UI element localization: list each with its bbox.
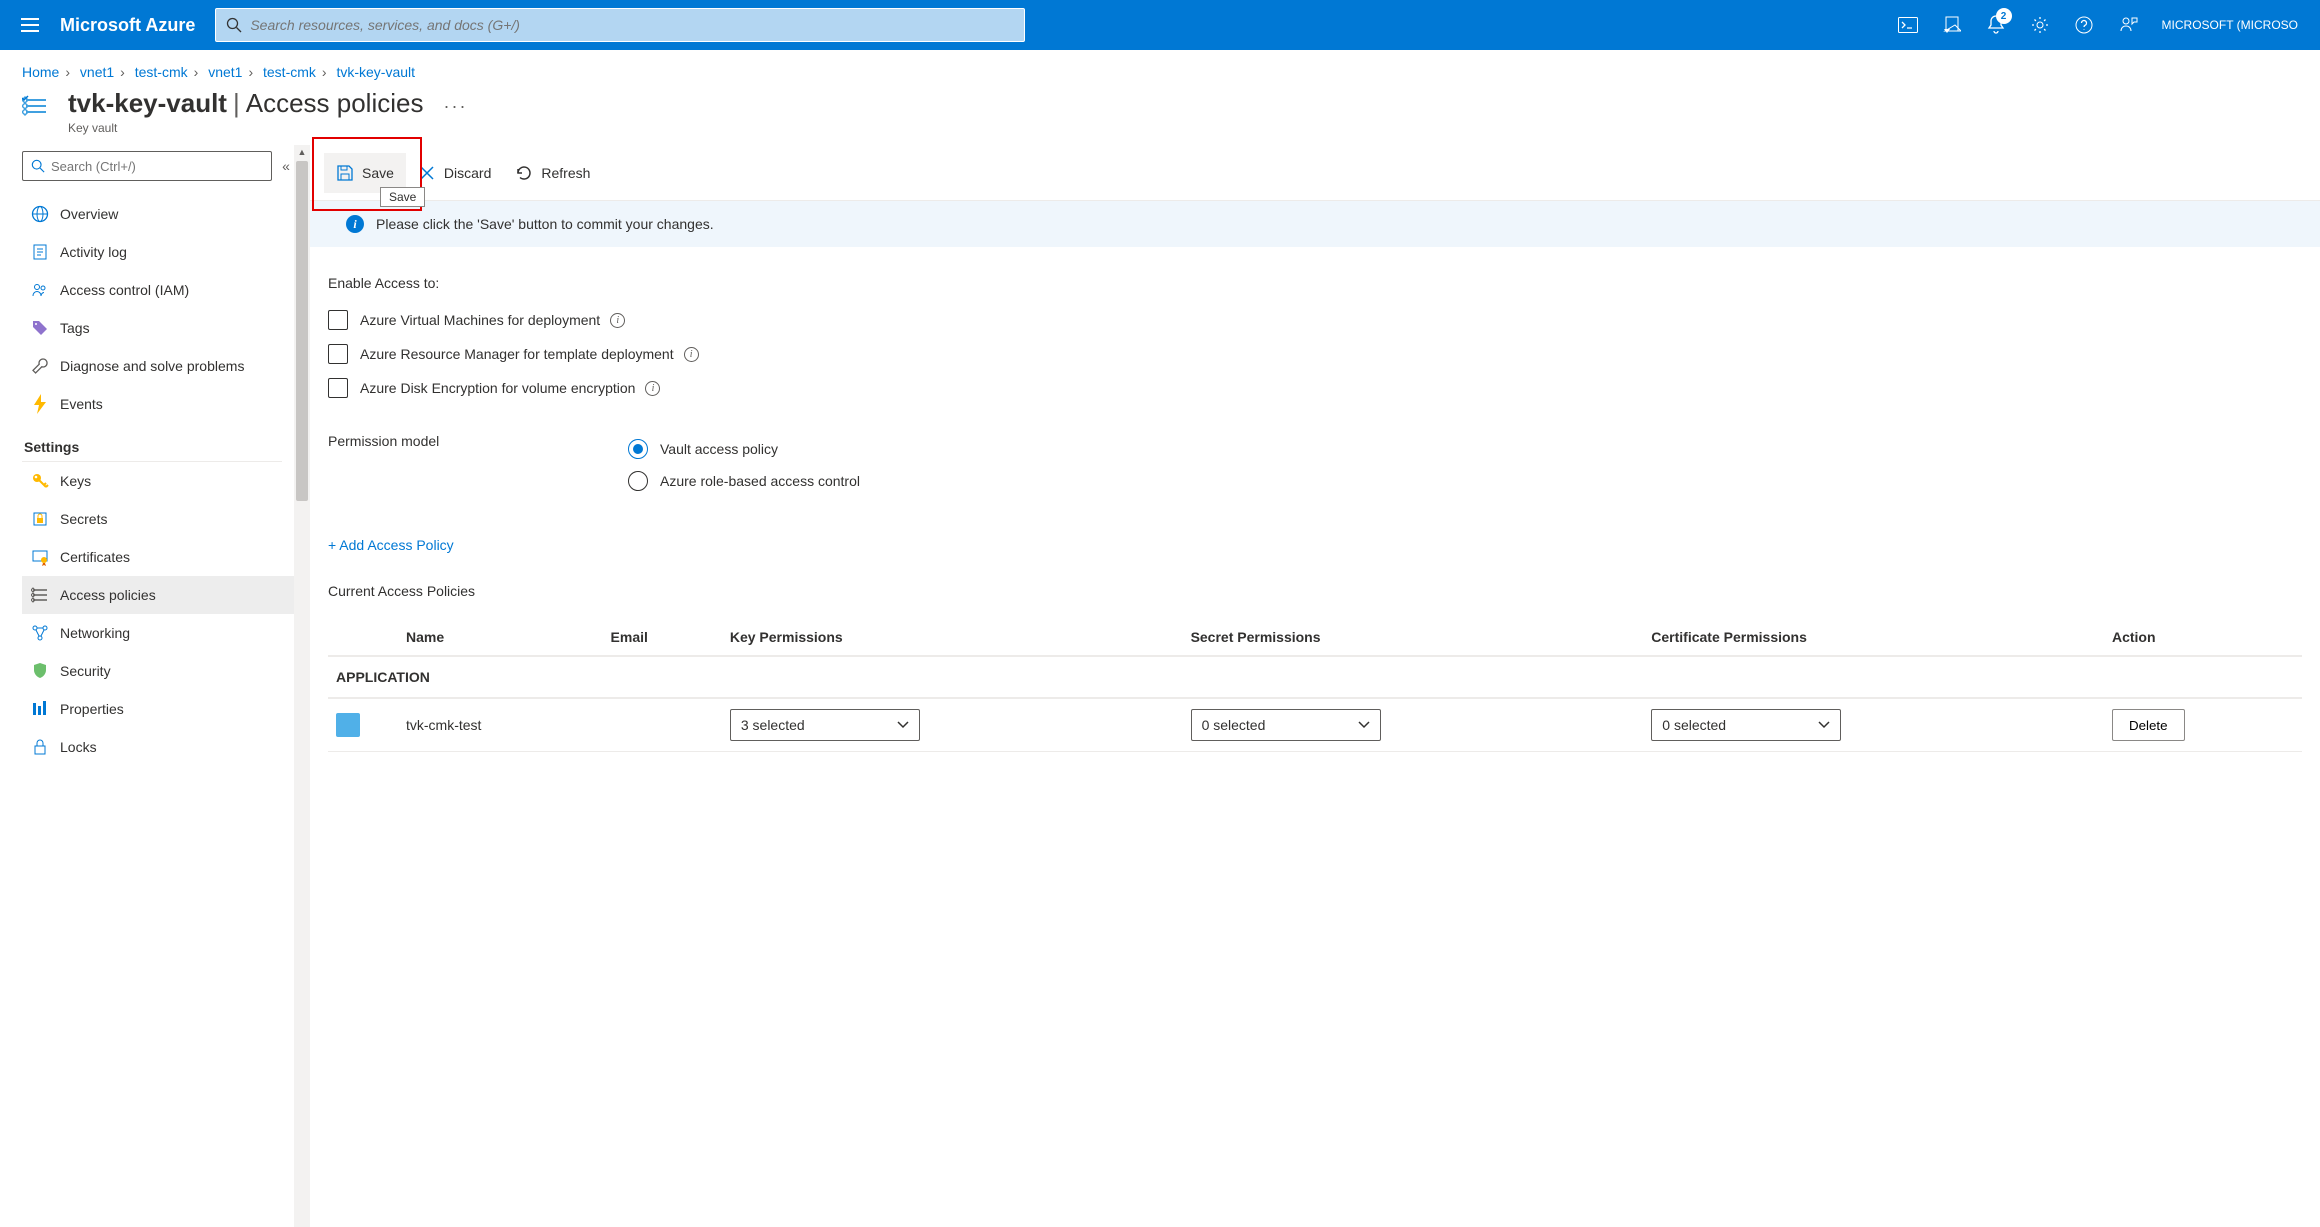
policy-group-application: APPLICATION — [328, 656, 2302, 698]
th-action: Action — [2104, 619, 2302, 656]
breadcrumb-link[interactable]: vnet1 — [80, 64, 114, 80]
sidebar-scrollbar[interactable]: ▲ — [294, 145, 310, 1227]
save-tooltip: Save — [380, 187, 425, 207]
nav-keys[interactable]: Keys — [22, 462, 300, 500]
key-icon — [28, 469, 52, 493]
add-access-policy-link[interactable]: + Add Access Policy — [328, 537, 454, 553]
breadcrumb: Home› vnet1› test-cmk› vnet1› test-cmk› … — [0, 50, 2320, 88]
notifications-icon[interactable]: 2 — [1974, 0, 2018, 50]
save-icon — [336, 164, 354, 182]
key-vault-icon — [22, 92, 58, 128]
chevron-down-icon — [1818, 721, 1830, 729]
info-icon[interactable]: i — [645, 381, 660, 396]
info-icon: i — [346, 215, 364, 233]
networking-icon — [28, 621, 52, 645]
secret-icon — [28, 507, 52, 531]
toolbar: Save Discard Refresh Save — [310, 145, 2320, 201]
nav-access-policies[interactable]: Access policies — [22, 576, 300, 614]
checkbox-disk-encryption[interactable] — [328, 378, 348, 398]
secret-permissions-select[interactable]: 0 selected — [1191, 709, 1381, 741]
log-icon — [28, 240, 52, 264]
globe-icon — [28, 202, 52, 226]
nav-secrets[interactable]: Secrets — [22, 500, 300, 538]
nav-activity-log[interactable]: Activity log — [22, 233, 300, 271]
tag-icon — [28, 316, 52, 340]
people-icon — [28, 278, 52, 302]
policies-table: Name Email Key Permissions Secret Permis… — [328, 619, 2302, 752]
wrench-icon — [28, 354, 52, 378]
enable-access-label: Enable Access to: — [328, 275, 2302, 291]
properties-icon — [28, 697, 52, 721]
page-header: tvk-key-vault|Access policies Key vault … — [0, 88, 2320, 145]
tenant-label[interactable]: MICROSOFT (MICROSO — [2150, 18, 2310, 32]
global-search-input[interactable] — [250, 17, 1014, 33]
nav-events[interactable]: Events — [22, 385, 300, 423]
th-email: Email — [603, 619, 722, 656]
info-icon[interactable]: i — [684, 347, 699, 362]
th-secret: Secret Permissions — [1183, 619, 1644, 656]
breadcrumb-link[interactable]: test-cmk — [135, 64, 188, 80]
page-title: tvk-key-vault|Access policies — [68, 88, 423, 119]
policies-icon — [28, 583, 52, 607]
notification-badge: 2 — [1996, 8, 2012, 24]
chevron-down-icon — [1358, 721, 1370, 729]
nav-tags[interactable]: Tags — [22, 309, 300, 347]
brand-label[interactable]: Microsoft Azure — [60, 15, 195, 36]
radio-vault-policy[interactable] — [628, 439, 648, 459]
cloud-shell-icon[interactable] — [1886, 0, 1930, 50]
refresh-icon — [515, 164, 533, 182]
sidebar: « Overview Activity log Access control (… — [0, 145, 310, 1227]
sidebar-search[interactable] — [22, 151, 272, 181]
app-icon — [336, 713, 360, 737]
nav-diagnose[interactable]: Diagnose and solve problems — [22, 347, 300, 385]
permission-model-label: Permission model — [328, 433, 628, 497]
close-icon — [418, 164, 436, 182]
directory-filter-icon[interactable] — [1930, 0, 1974, 50]
th-key: Key Permissions — [722, 619, 1183, 656]
radio-rbac[interactable] — [628, 471, 648, 491]
bolt-icon — [28, 392, 52, 416]
info-icon[interactable]: i — [610, 313, 625, 328]
delete-button[interactable]: Delete — [2112, 709, 2185, 741]
lock-icon — [28, 735, 52, 759]
nav-access-control[interactable]: Access control (IAM) — [22, 271, 300, 309]
nav-locks[interactable]: Locks — [22, 728, 300, 766]
breadcrumb-link[interactable]: test-cmk — [263, 64, 316, 80]
nav-group-settings: Settings — [24, 439, 300, 455]
th-cert: Certificate Permissions — [1643, 619, 2104, 656]
shield-icon — [28, 659, 52, 683]
nav-certificates[interactable]: Certificates — [22, 538, 300, 576]
hamburger-button[interactable] — [10, 5, 50, 45]
more-button[interactable]: ··· — [443, 88, 467, 117]
nav-networking[interactable]: Networking — [22, 614, 300, 652]
chevron-down-icon — [897, 721, 909, 729]
resource-type-label: Key vault — [68, 121, 423, 135]
checkbox-arm-template[interactable] — [328, 344, 348, 364]
certificate-icon — [28, 545, 52, 569]
breadcrumb-link[interactable]: tvk-key-vault — [336, 64, 415, 80]
breadcrumb-link[interactable]: Home — [22, 64, 59, 80]
settings-icon[interactable] — [2018, 0, 2062, 50]
feedback-icon[interactable] — [2106, 0, 2150, 50]
nav-overview[interactable]: Overview — [22, 195, 300, 233]
key-permissions-select[interactable]: 3 selected — [730, 709, 920, 741]
cert-permissions-select[interactable]: 0 selected — [1651, 709, 1841, 741]
nav-properties[interactable]: Properties — [22, 690, 300, 728]
current-policies-label: Current Access Policies — [328, 583, 2302, 599]
breadcrumb-link[interactable]: vnet1 — [208, 64, 242, 80]
top-bar: Microsoft Azure 2 MICROSOFT (MICROSO — [0, 0, 2320, 50]
refresh-button[interactable]: Refresh — [503, 153, 602, 193]
nav-security[interactable]: Security — [22, 652, 300, 690]
checkbox-vm-deployment[interactable] — [328, 310, 348, 330]
help-icon[interactable] — [2062, 0, 2106, 50]
info-banner: i Please click the 'Save' button to comm… — [310, 201, 2320, 247]
sidebar-search-input[interactable] — [51, 159, 263, 174]
global-search[interactable] — [215, 8, 1025, 42]
policy-row: tvk-cmk-test 3 selected 0 selected 0 sel… — [328, 698, 2302, 752]
